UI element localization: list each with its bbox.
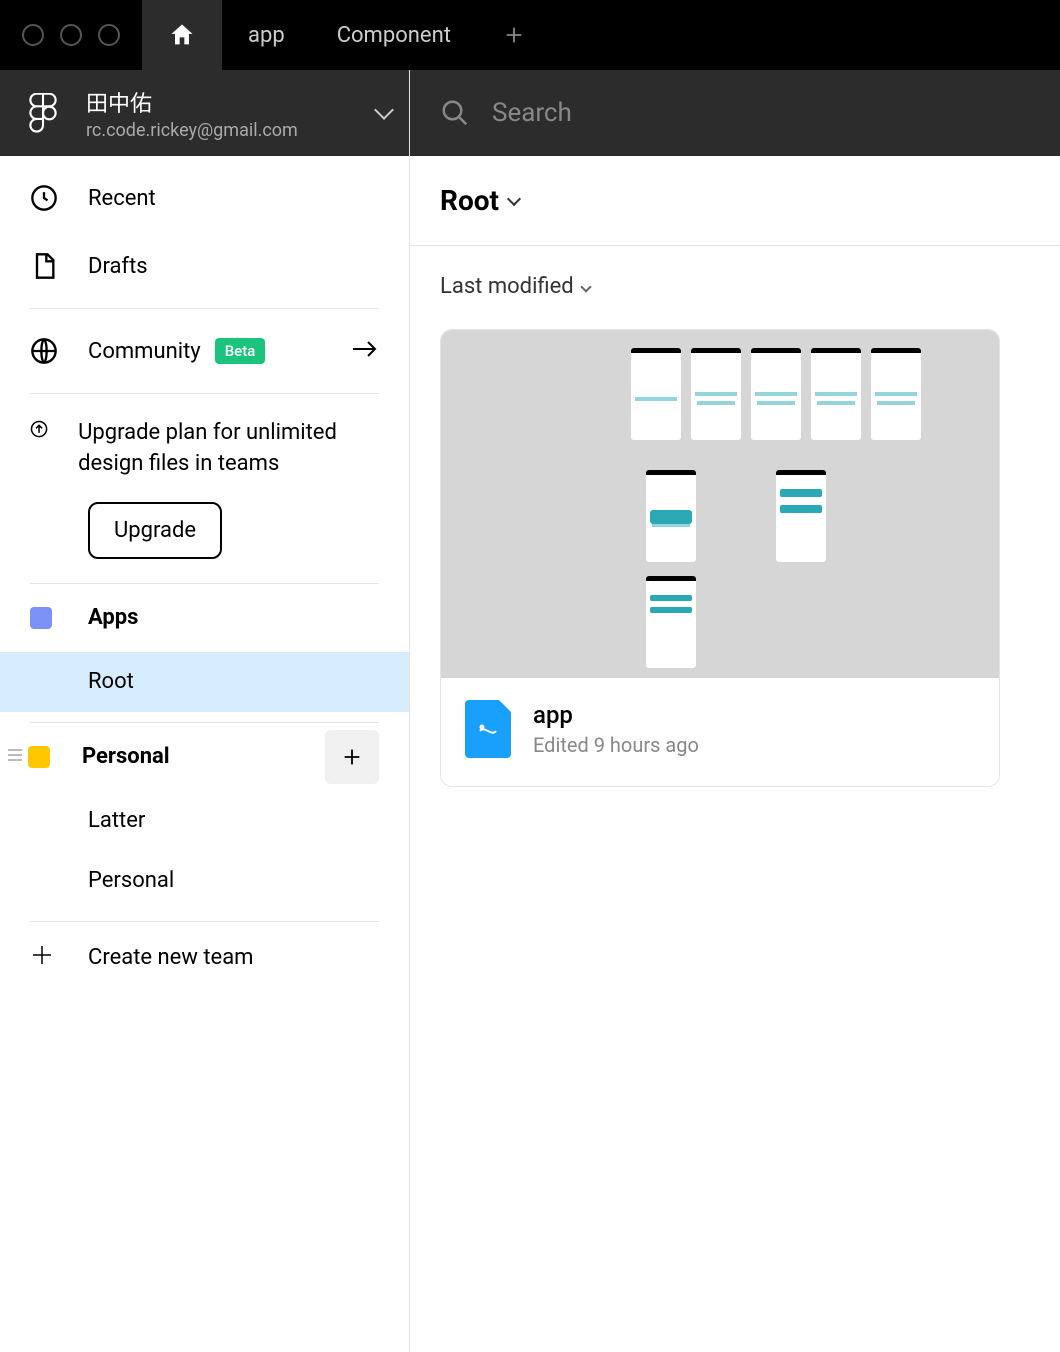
- chevron-down-icon: [582, 274, 590, 299]
- team-color-swatch: [28, 746, 50, 768]
- team-name: Apps: [88, 605, 138, 630]
- file-card-app[interactable]: app Edited 9 hours ago: [440, 329, 1000, 787]
- plus-icon: [503, 24, 525, 46]
- clock-icon: [30, 184, 58, 212]
- figma-file-icon: [465, 700, 511, 758]
- upgrade-callout: Upgrade plan for unlimited design files …: [0, 394, 409, 583]
- file-meta: app Edited 9 hours ago: [441, 678, 999, 786]
- title-bar: app Component: [0, 0, 1060, 70]
- project-item-latter[interactable]: Latter: [0, 791, 409, 851]
- file-icon: [30, 252, 58, 280]
- tab-app[interactable]: app: [222, 0, 311, 70]
- tab-home[interactable]: [142, 0, 222, 70]
- team-header-personal[interactable]: Personal: [0, 723, 409, 791]
- sort-dropdown[interactable]: Last modified: [410, 246, 1060, 319]
- project-item-root[interactable]: Root: [0, 652, 409, 712]
- tab-new[interactable]: [477, 0, 551, 70]
- project-item-personal[interactable]: Personal: [0, 851, 409, 911]
- main-content: Root Last modified: [410, 70, 1060, 1352]
- chevron-down-icon: [377, 103, 391, 123]
- upgrade-text: Upgrade plan for unlimited design files …: [78, 418, 379, 480]
- plus-icon: [341, 746, 363, 768]
- project-label: Personal: [88, 868, 174, 893]
- window-maximize-icon[interactable]: [98, 24, 120, 46]
- team-name: Personal: [82, 744, 170, 769]
- sidebar-item-label: Recent: [88, 186, 156, 211]
- upgrade-button[interactable]: Upgrade: [88, 502, 222, 559]
- search-input[interactable]: [492, 98, 826, 128]
- window-controls: [0, 24, 142, 46]
- sidebar: 田中佑 rc.code.rickey@gmail.com Recent Draf…: [0, 70, 410, 1352]
- arrow-right-icon: [351, 336, 379, 366]
- sidebar-item-community[interactable]: Community Beta: [0, 317, 409, 385]
- file-edited-time: Edited 9 hours ago: [533, 733, 699, 757]
- home-icon: [168, 21, 196, 49]
- search-bar[interactable]: [410, 70, 1060, 156]
- plus-icon: [30, 940, 54, 975]
- create-team-label: Create new team: [88, 945, 253, 970]
- sort-label: Last modified: [440, 274, 574, 299]
- account-switcher[interactable]: 田中佑 rc.code.rickey@gmail.com: [0, 70, 409, 156]
- user-name: 田中佑: [86, 86, 377, 118]
- beta-badge: Beta: [215, 338, 266, 364]
- team-header-apps[interactable]: Apps: [0, 584, 409, 652]
- page-title: Root: [440, 184, 499, 217]
- sidebar-item-label: Community: [88, 339, 201, 364]
- user-email: rc.code.rickey@gmail.com: [86, 120, 377, 141]
- file-thumbnail: [441, 330, 999, 678]
- add-project-button[interactable]: [325, 730, 379, 784]
- figma-logo-icon: [28, 93, 58, 133]
- project-label: Root: [88, 669, 134, 694]
- globe-icon: [30, 337, 58, 365]
- upload-circle-icon: [30, 420, 48, 448]
- tab-component[interactable]: Component: [311, 0, 477, 70]
- sidebar-item-drafts[interactable]: Drafts: [0, 232, 409, 300]
- sidebar-item-label: Drafts: [88, 254, 148, 279]
- window-close-icon[interactable]: [22, 24, 44, 46]
- team-color-swatch: [30, 607, 52, 629]
- sidebar-item-recent[interactable]: Recent: [0, 164, 409, 232]
- breadcrumb-bar: Root: [410, 156, 1060, 246]
- chevron-down-icon[interactable]: [509, 191, 519, 210]
- create-team-button[interactable]: Create new team: [0, 922, 409, 994]
- search-icon: [440, 98, 470, 128]
- drag-handle-icon: [8, 749, 22, 765]
- file-title: app: [533, 701, 699, 729]
- window-minimize-icon[interactable]: [60, 24, 82, 46]
- project-label: Latter: [88, 808, 145, 833]
- account-info: 田中佑 rc.code.rickey@gmail.com: [86, 86, 377, 141]
